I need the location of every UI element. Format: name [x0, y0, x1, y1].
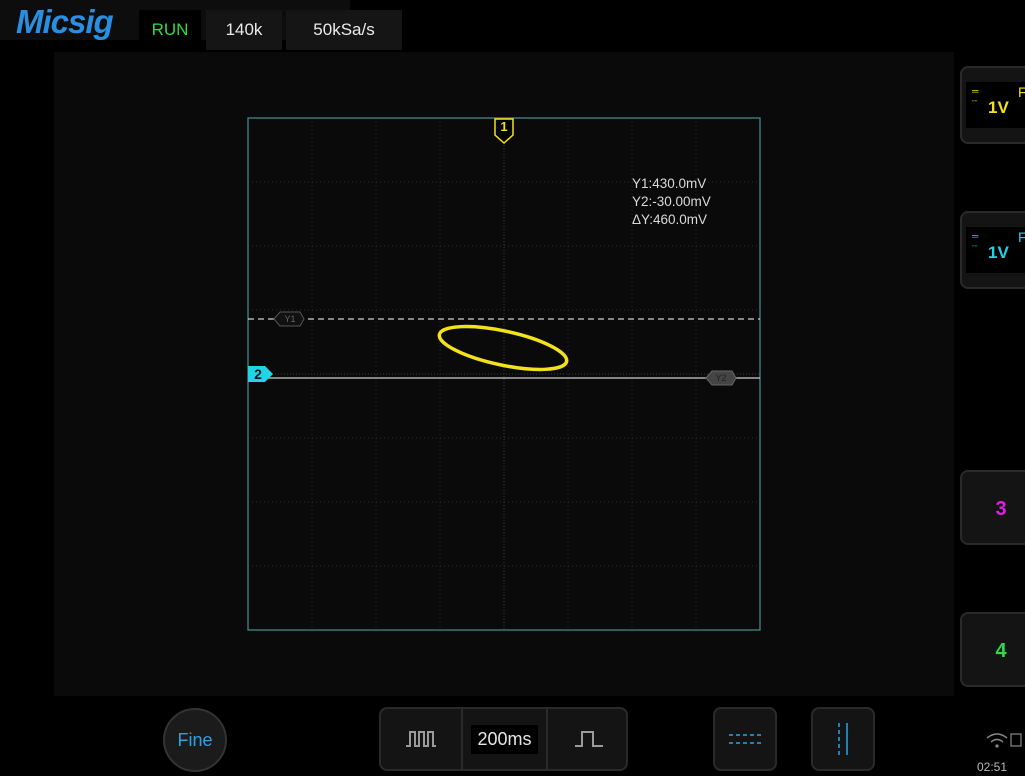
ch1-marker-label: 1 [500, 119, 508, 134]
pulse-narrow-icon [575, 731, 603, 747]
timebase-control: 200ms [379, 707, 628, 771]
xy-grid [247, 117, 761, 631]
horizontal-cursor-icon [729, 734, 761, 744]
cursor-y1-label: Y1 [284, 314, 296, 324]
system-tray: 02:51 [975, 728, 1025, 776]
cursor-y2-handle[interactable]: Y2 [705, 371, 737, 385]
timebase-value-box[interactable]: 200ms [461, 709, 548, 769]
channel-3-label: 3 [995, 498, 1007, 520]
channel-2-panel: ═ ┈ 1V F [966, 227, 1025, 273]
cursor-y1-handle[interactable]: Y1 [274, 312, 306, 326]
run-stop-status[interactable]: RUN [139, 10, 201, 50]
cursor-y2-value: Y2:-30.00mV [632, 194, 711, 209]
dc-coupling-icon: ═ ┈ [972, 231, 978, 251]
xy-lissajous-trace [437, 324, 569, 372]
channel-1-card[interactable]: ═ ┈ 1V F [960, 66, 1025, 144]
brand-logo: Micsig [16, 3, 114, 40]
channel-4-button[interactable]: 4 [960, 612, 1025, 687]
channel-2-card[interactable]: ═ ┈ 1V F [960, 211, 1025, 289]
wifi-icon [986, 733, 1022, 748]
timebase-increase-button[interactable] [549, 709, 629, 769]
dc-coupling-icon: ═ ┈ [972, 86, 978, 106]
channel-1-mode: F [1018, 84, 1025, 100]
ch2-marker-label: 2 [254, 366, 262, 382]
clock: 02:51 [977, 760, 1008, 774]
memory-depth[interactable]: 140k [206, 10, 282, 50]
cursor-delta-y-value: ΔY:460.0mV [632, 212, 708, 227]
channel-2-scale: 1V [988, 243, 1009, 262]
vertical-cursor-button[interactable] [811, 707, 875, 771]
channel-4-label: 4 [995, 640, 1007, 662]
vertical-cursor-icon [838, 723, 848, 755]
horizontal-cursor-button[interactable] [713, 707, 777, 771]
cursor-y2-label: Y2 [715, 373, 727, 383]
channel-2-mode: F [1018, 229, 1025, 245]
fine-button[interactable]: Fine [163, 708, 227, 772]
timebase-decrease-button[interactable] [381, 709, 461, 769]
waveform-display[interactable]: 1 2 Y1 Y2 Y1:430.0mV Y2:-30.00mV ΔY:460.… [54, 52, 954, 696]
sample-rate[interactable]: 50kSa/s [286, 10, 402, 50]
cursor-readout: Y1:430.0mV Y2:-30.00mV ΔY:460.0mV [632, 175, 711, 229]
channel-3-button[interactable]: 3 [960, 470, 1025, 545]
channel-1-panel: ═ ┈ 1V F [966, 82, 1025, 128]
ch1-position-marker[interactable]: 1 [493, 118, 515, 144]
channel-1-scale: 1V [988, 98, 1009, 117]
timebase-value: 200ms [471, 724, 538, 754]
top-status-bar: Micsig RUN 140k 50kSa/s [0, 0, 1025, 52]
cursor-y1-value: Y1:430.0mV [632, 176, 707, 191]
ch2-position-marker[interactable]: 2 [247, 365, 275, 385]
pulse-wide-icon [406, 731, 436, 747]
